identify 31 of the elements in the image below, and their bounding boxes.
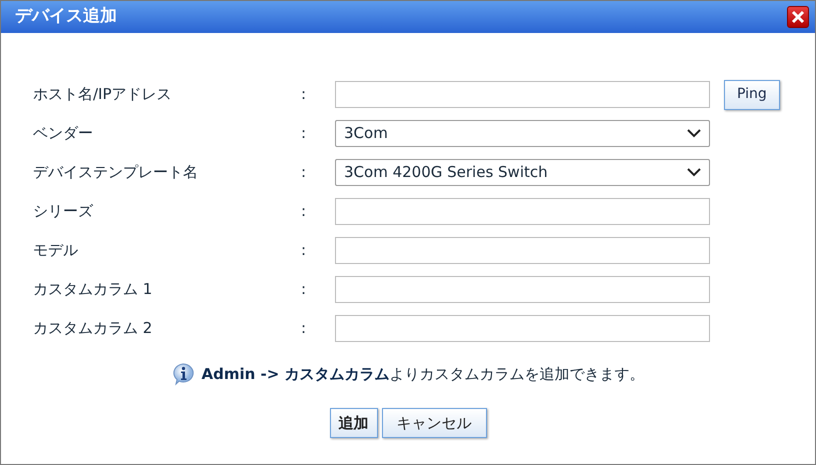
window-title: デバイス追加	[15, 5, 117, 28]
field-label: カスタムカラム 2	[33, 318, 154, 340]
text-field[interactable]	[335, 198, 710, 225]
text-field[interactable]	[335, 237, 710, 264]
field-label: ホスト名/IPアドレス	[33, 84, 173, 106]
text-field[interactable]	[335, 315, 710, 342]
field-label: モデル	[33, 240, 79, 262]
note-text: Admin -> カスタムカラムよりカスタムカラムを追加できます。	[201, 364, 645, 385]
text-field[interactable]	[335, 276, 710, 303]
chevron-down-icon	[687, 129, 701, 138]
close-button[interactable]	[787, 6, 809, 28]
colon: :	[301, 84, 308, 106]
dropdown[interactable]: 3Com 4200G Series Switch	[335, 159, 710, 186]
chevron-down-icon	[687, 168, 701, 177]
field-label: シリーズ	[33, 201, 94, 222]
dropdown[interactable]: 3Com	[335, 120, 710, 147]
colon: :	[301, 123, 308, 144]
add-button[interactable]: 追加	[330, 408, 378, 438]
colon: :	[301, 162, 308, 184]
field-label: カスタムカラム 1	[33, 279, 154, 300]
info-icon	[171, 362, 196, 386]
colon: :	[301, 318, 308, 340]
cancel-button[interactable]: キャンセル	[382, 408, 486, 438]
text-field[interactable]	[335, 81, 710, 108]
colon: :	[301, 240, 308, 262]
field-label: ベンダー	[33, 123, 94, 144]
close-icon	[791, 10, 805, 24]
colon: :	[301, 279, 308, 300]
ping-button[interactable]: Ping	[724, 80, 780, 110]
colon: :	[301, 201, 308, 222]
field-label: デバイステンプレート名	[33, 162, 199, 184]
